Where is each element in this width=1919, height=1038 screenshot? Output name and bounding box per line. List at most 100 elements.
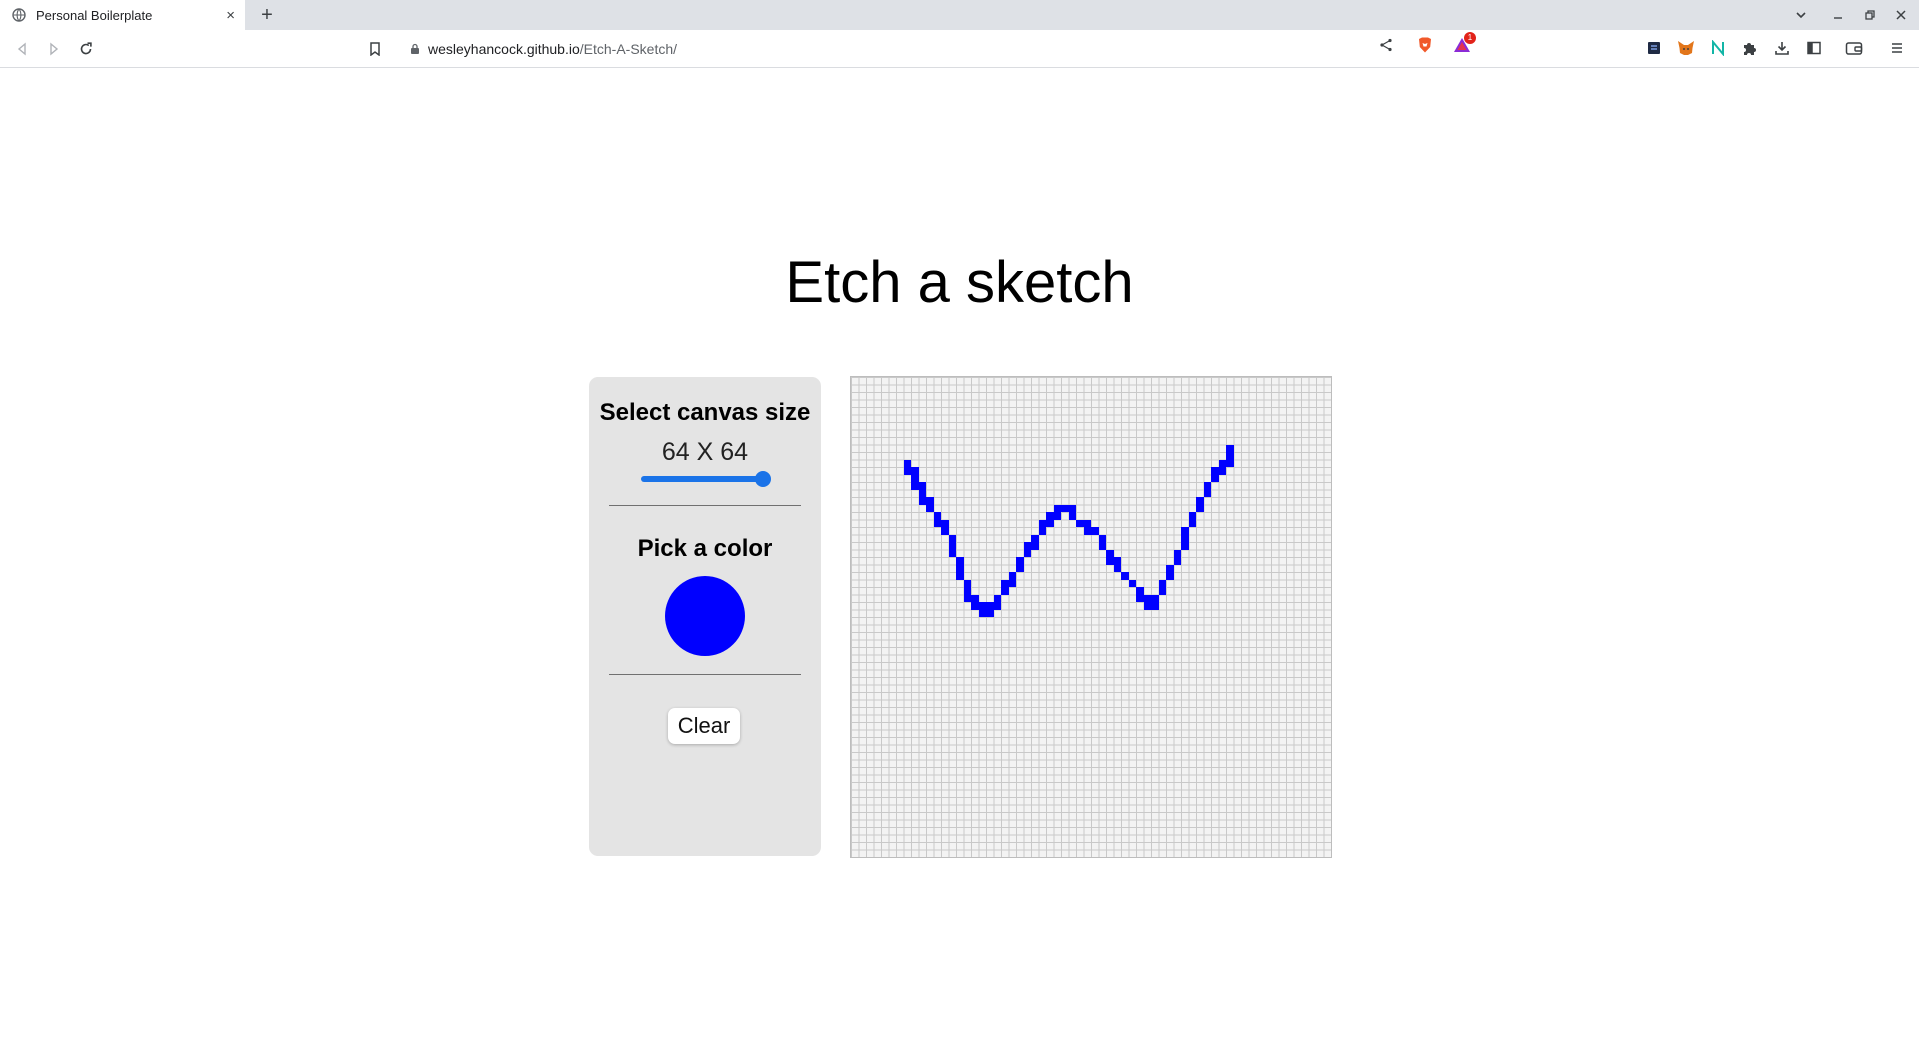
canvas-cell-filled[interactable] [1113,564,1121,572]
canvas-cell-filled[interactable] [1158,587,1166,595]
canvas-cell-filled[interactable] [1181,534,1189,542]
canvas-cell-filled[interactable] [1023,549,1031,557]
canvas-cell-filled[interactable] [1143,594,1151,602]
canvas-cell-filled[interactable] [911,467,919,475]
canvas-cell-filled[interactable] [1166,564,1174,572]
canvas-cell-filled[interactable] [1218,467,1226,475]
canvas-cell-filled[interactable] [1128,579,1136,587]
back-button[interactable] [11,38,33,60]
canvas-cell-filled[interactable] [1196,504,1204,512]
canvas-cell-filled[interactable] [948,542,956,550]
canvas-cell-filled[interactable] [978,609,986,617]
canvas-cell-filled[interactable] [1136,594,1144,602]
canvas-cell-filled[interactable] [1076,519,1084,527]
canvas-cell-filled[interactable] [1173,557,1181,565]
canvas-cell-filled[interactable] [986,602,994,610]
canvas-size-slider-thumb[interactable] [755,471,771,487]
canvas-cell-filled[interactable] [1068,512,1076,520]
wallet-button[interactable] [1845,39,1863,57]
canvas-cell-filled[interactable] [1083,527,1091,535]
canvas-cell-filled[interactable] [1158,579,1166,587]
canvas-cell-filled[interactable] [1181,527,1189,535]
tab-list-chevron-icon[interactable] [1791,5,1811,25]
canvas-cell-filled[interactable] [963,594,971,602]
menu-button[interactable] [1888,39,1906,57]
extension-notes-button[interactable] [1645,39,1663,57]
canvas-cell-filled[interactable] [1023,542,1031,550]
canvas-cell-filled[interactable] [1143,602,1151,610]
color-picker[interactable] [665,576,745,656]
new-tab-button[interactable]: + [256,4,278,26]
canvas-cell-filled[interactable] [1031,534,1039,542]
canvas-cell-filled[interactable] [963,579,971,587]
sidebar-button[interactable] [1805,39,1823,57]
canvas-cell-filled[interactable] [918,497,926,505]
canvas-cell-filled[interactable] [1121,572,1129,580]
canvas-cell-filled[interactable] [1053,504,1061,512]
canvas-size-slider[interactable] [641,476,763,482]
canvas-cell-filled[interactable] [1106,557,1114,565]
canvas-cell-filled[interactable] [1203,482,1211,490]
canvas-cell-filled[interactable] [1016,557,1024,565]
canvas-cell-filled[interactable] [1098,542,1106,550]
minimize-icon[interactable] [1828,5,1848,25]
canvas-cell-filled[interactable] [1038,519,1046,527]
canvas-cell-filled[interactable] [1046,519,1054,527]
canvas-cell-filled[interactable] [1181,542,1189,550]
clear-button[interactable]: Clear [668,708,740,744]
canvas-cell-filled[interactable] [986,609,994,617]
canvas-cell-filled[interactable] [1053,512,1061,520]
extension-metamask-button[interactable] [1677,39,1695,57]
canvas-cell-filled[interactable] [1008,572,1016,580]
canvas-cell-filled[interactable] [933,519,941,527]
canvas-cell-filled[interactable] [1046,512,1054,520]
canvas-cell-filled[interactable] [956,572,964,580]
tab-close-icon[interactable]: × [226,8,235,23]
canvas-cell-filled[interactable] [1196,497,1204,505]
canvas-cell-filled[interactable] [941,519,949,527]
canvas-cell-filled[interactable] [971,594,979,602]
canvas-cell-filled[interactable] [1151,602,1159,610]
canvas-cell-filled[interactable] [948,549,956,557]
canvas-cell-filled[interactable] [926,504,934,512]
brave-rewards-button[interactable]: 1 [1450,32,1476,54]
canvas-cell-filled[interactable] [1136,587,1144,595]
canvas-cell-filled[interactable] [971,602,979,610]
canvas-cell-filled[interactable] [1106,549,1114,557]
canvas-cell-filled[interactable] [1113,557,1121,565]
close-window-icon[interactable] [1891,5,1911,25]
browser-tab[interactable]: Personal Boilerplate × [0,0,245,30]
canvas-cell-filled[interactable] [1173,549,1181,557]
canvas-cell-filled[interactable] [993,594,1001,602]
canvas-cell-filled[interactable] [1038,527,1046,535]
canvas-cell-filled[interactable] [978,602,986,610]
canvas-cell-filled[interactable] [1166,572,1174,580]
canvas-cell-filled[interactable] [948,534,956,542]
canvas-cell-filled[interactable] [1091,527,1099,535]
canvas-cell-filled[interactable] [933,512,941,520]
canvas-cell-filled[interactable] [1008,579,1016,587]
canvas-cell-filled[interactable] [1016,564,1024,572]
bookmark-button[interactable] [364,38,386,60]
canvas-cell-filled[interactable] [1226,459,1234,467]
extensions-button[interactable] [1741,39,1759,57]
canvas-cell-filled[interactable] [911,482,919,490]
canvas-cell-filled[interactable] [903,467,911,475]
restore-icon[interactable] [1860,5,1880,25]
extension-n-button[interactable] [1709,39,1727,57]
canvas-cell-filled[interactable] [1083,519,1091,527]
canvas-cell-filled[interactable] [903,459,911,467]
canvas-cell-filled[interactable] [911,474,919,482]
canvas-cell-filled[interactable] [1226,444,1234,452]
canvas-cell-filled[interactable] [1211,474,1219,482]
canvas-cell-filled[interactable] [956,564,964,572]
canvas-cell-filled[interactable] [1098,534,1106,542]
canvas-cell-filled[interactable] [963,587,971,595]
canvas-cell-filled[interactable] [1226,452,1234,460]
canvas-cell-filled[interactable] [926,497,934,505]
forward-button[interactable] [43,38,65,60]
canvas-cell-filled[interactable] [956,557,964,565]
canvas-cell-filled[interactable] [993,602,1001,610]
canvas-cell-filled[interactable] [918,489,926,497]
canvas-cell-filled[interactable] [1211,467,1219,475]
